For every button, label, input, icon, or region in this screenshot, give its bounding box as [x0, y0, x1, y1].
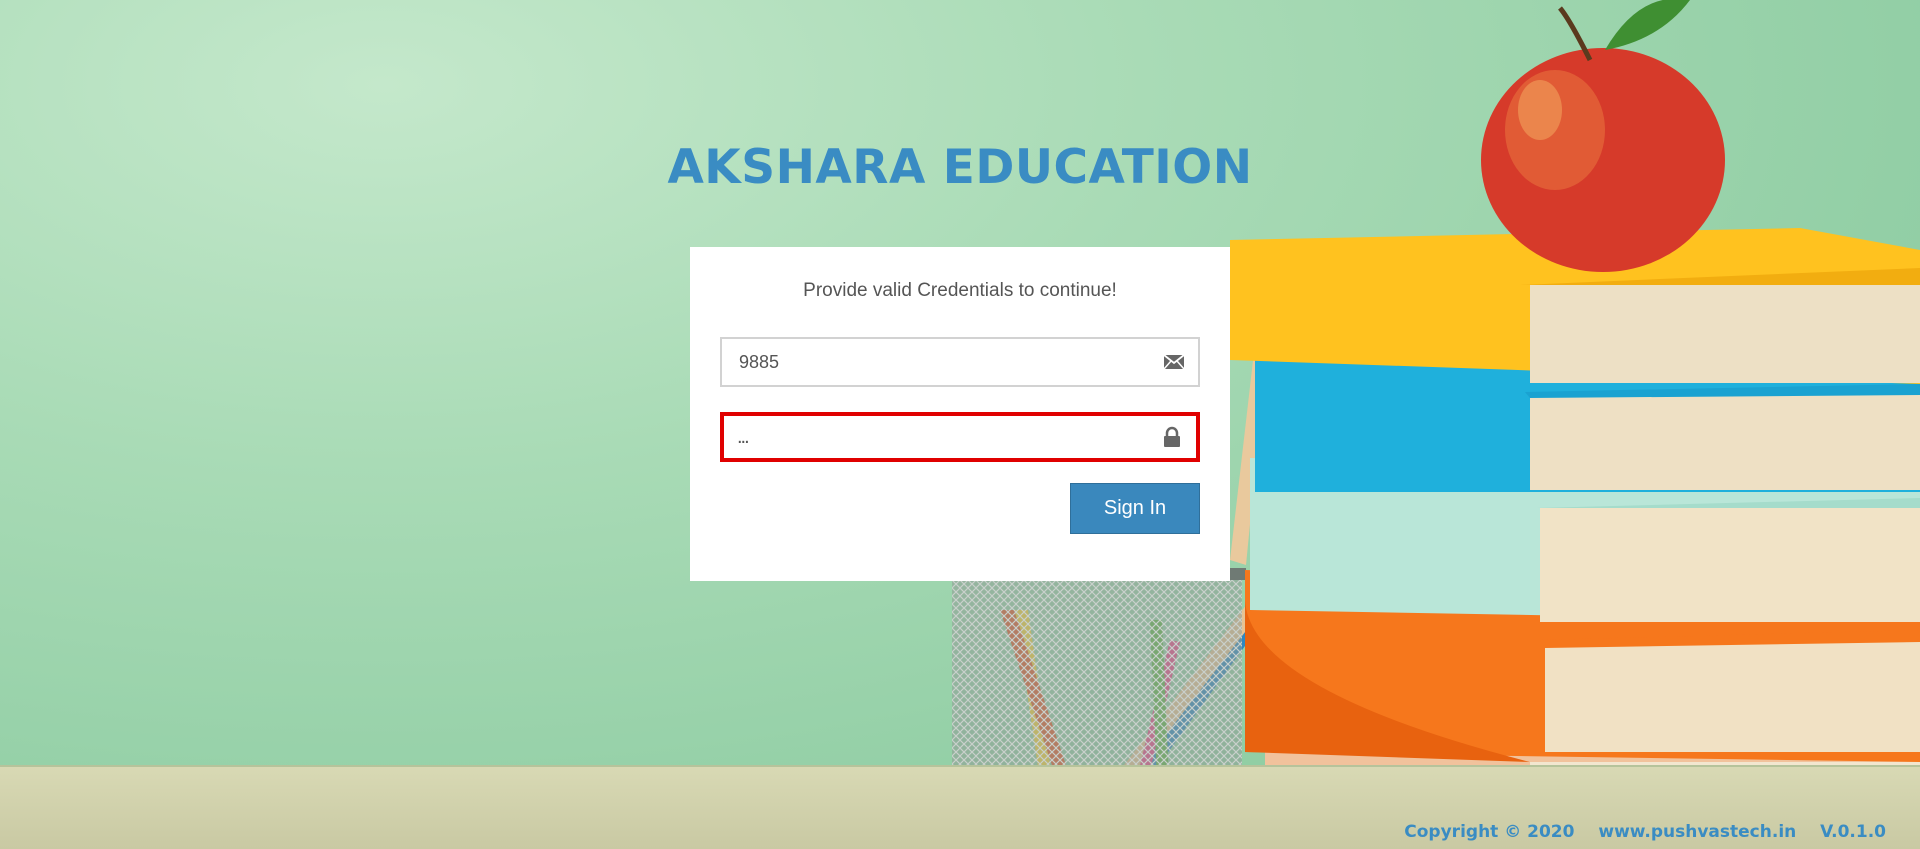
- login-form: Provide valid Credentials to continue! S…: [690, 247, 1230, 581]
- sign-in-button[interactable]: Sign In: [1070, 483, 1200, 534]
- envelope-icon: [1163, 354, 1185, 370]
- website-link[interactable]: www.pushvastech.in: [1598, 822, 1796, 842]
- lock-icon: [1164, 426, 1180, 447]
- version-text: V.0.1.0: [1820, 822, 1886, 842]
- username-field-wrapper: [720, 337, 1200, 387]
- login-page: AKSHARA EDUCATION Provide valid Credenti…: [0, 0, 1920, 849]
- password-field-wrapper: [720, 412, 1200, 462]
- copyright-text: Copyright © 2020: [1404, 822, 1575, 842]
- login-instructions: Provide valid Credentials to continue!: [803, 280, 1117, 301]
- footer: Copyright © 2020 www.pushvastech.in V.0.…: [1404, 822, 1886, 842]
- book-stack-illustration: [1230, 0, 1920, 849]
- app-title: AKSHARA EDUCATION: [667, 140, 1253, 195]
- username-input[interactable]: [722, 339, 1198, 385]
- password-input[interactable]: [724, 416, 1196, 458]
